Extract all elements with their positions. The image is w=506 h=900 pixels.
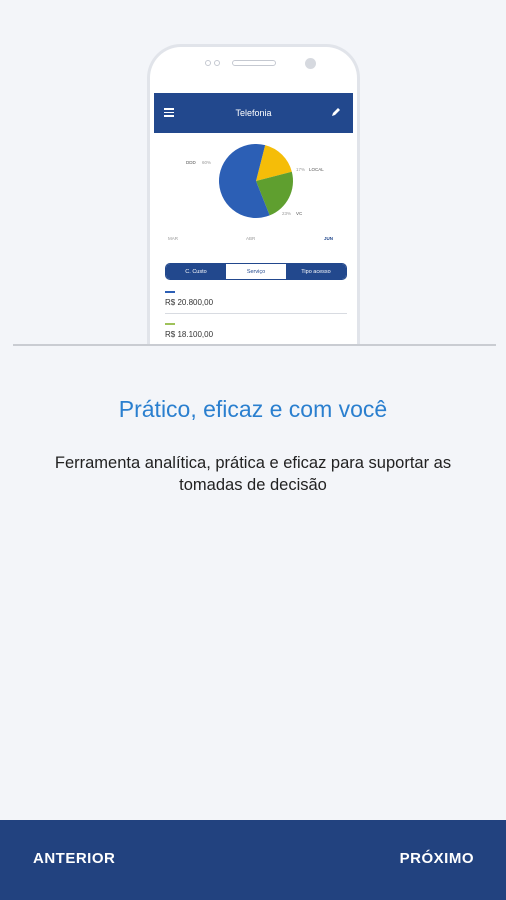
edit-icon	[332, 108, 340, 116]
app-title: Telefonia	[235, 108, 272, 118]
row-value: R$ 20.800,00	[165, 298, 214, 307]
list-item[interactable]: R$ 20.800,00	[165, 291, 347, 314]
previous-button[interactable]: ANTERIOR	[33, 850, 115, 867]
pie-chart: DDD 60% 17% LOCAL 23% VC MAR ABR JUN	[154, 133, 353, 245]
slice-label-local: LOCAL	[309, 167, 324, 172]
list-item[interactable]: R$ 18.100,00	[165, 323, 347, 339]
slice-label-vc: VC	[296, 211, 303, 216]
row-color-bar	[165, 323, 175, 325]
page-title: Prático, eficaz e com você	[118, 396, 388, 422]
slice-label-local-pct: 17%	[296, 167, 305, 172]
sensor-icon	[305, 58, 316, 69]
menu-icon	[164, 108, 174, 117]
divider	[13, 344, 496, 346]
month-label: ABR	[246, 236, 256, 241]
next-button[interactable]: PRÓXIMO	[400, 850, 474, 867]
month-label: MAR	[168, 236, 179, 241]
slice-label-ddd-pct: 60%	[202, 160, 211, 165]
phone-screen: Telefonia DDD 60% 17% LOCAL 23% VC MAR ABR JUN C…	[154, 93, 353, 344]
phone-mockup: Telefonia DDD 60% 17% LOCAL 23% VC MAR ABR JUN C…	[147, 44, 360, 344]
camera-icon	[205, 60, 220, 66]
month-label: JUN	[324, 236, 333, 241]
bottom-navigation: ANTERIOR PRÓXIMO	[0, 820, 506, 900]
slice-label-ddd: DDD	[186, 160, 196, 165]
tab-service[interactable]: Serviço	[226, 264, 286, 279]
pie-chart-svg: DDD 60% 17% LOCAL 23% VC MAR ABR JUN	[168, 144, 333, 241]
row-value: R$ 18.100,00	[165, 330, 214, 339]
slice-label-vc-pct: 23%	[282, 211, 291, 216]
phone-top-bezel	[150, 47, 357, 93]
segment-tabs: C. Custo Serviço Tipo acesso	[165, 263, 347, 280]
tab-access-type[interactable]: Tipo acesso	[286, 264, 346, 279]
speaker-icon	[232, 60, 276, 66]
app-bar: Telefonia	[154, 93, 353, 133]
row-color-bar	[165, 291, 175, 293]
page-subtitle: Ferramenta analítica, prática e eficaz p…	[54, 454, 452, 494]
tab-cost-center[interactable]: C. Custo	[166, 264, 226, 279]
